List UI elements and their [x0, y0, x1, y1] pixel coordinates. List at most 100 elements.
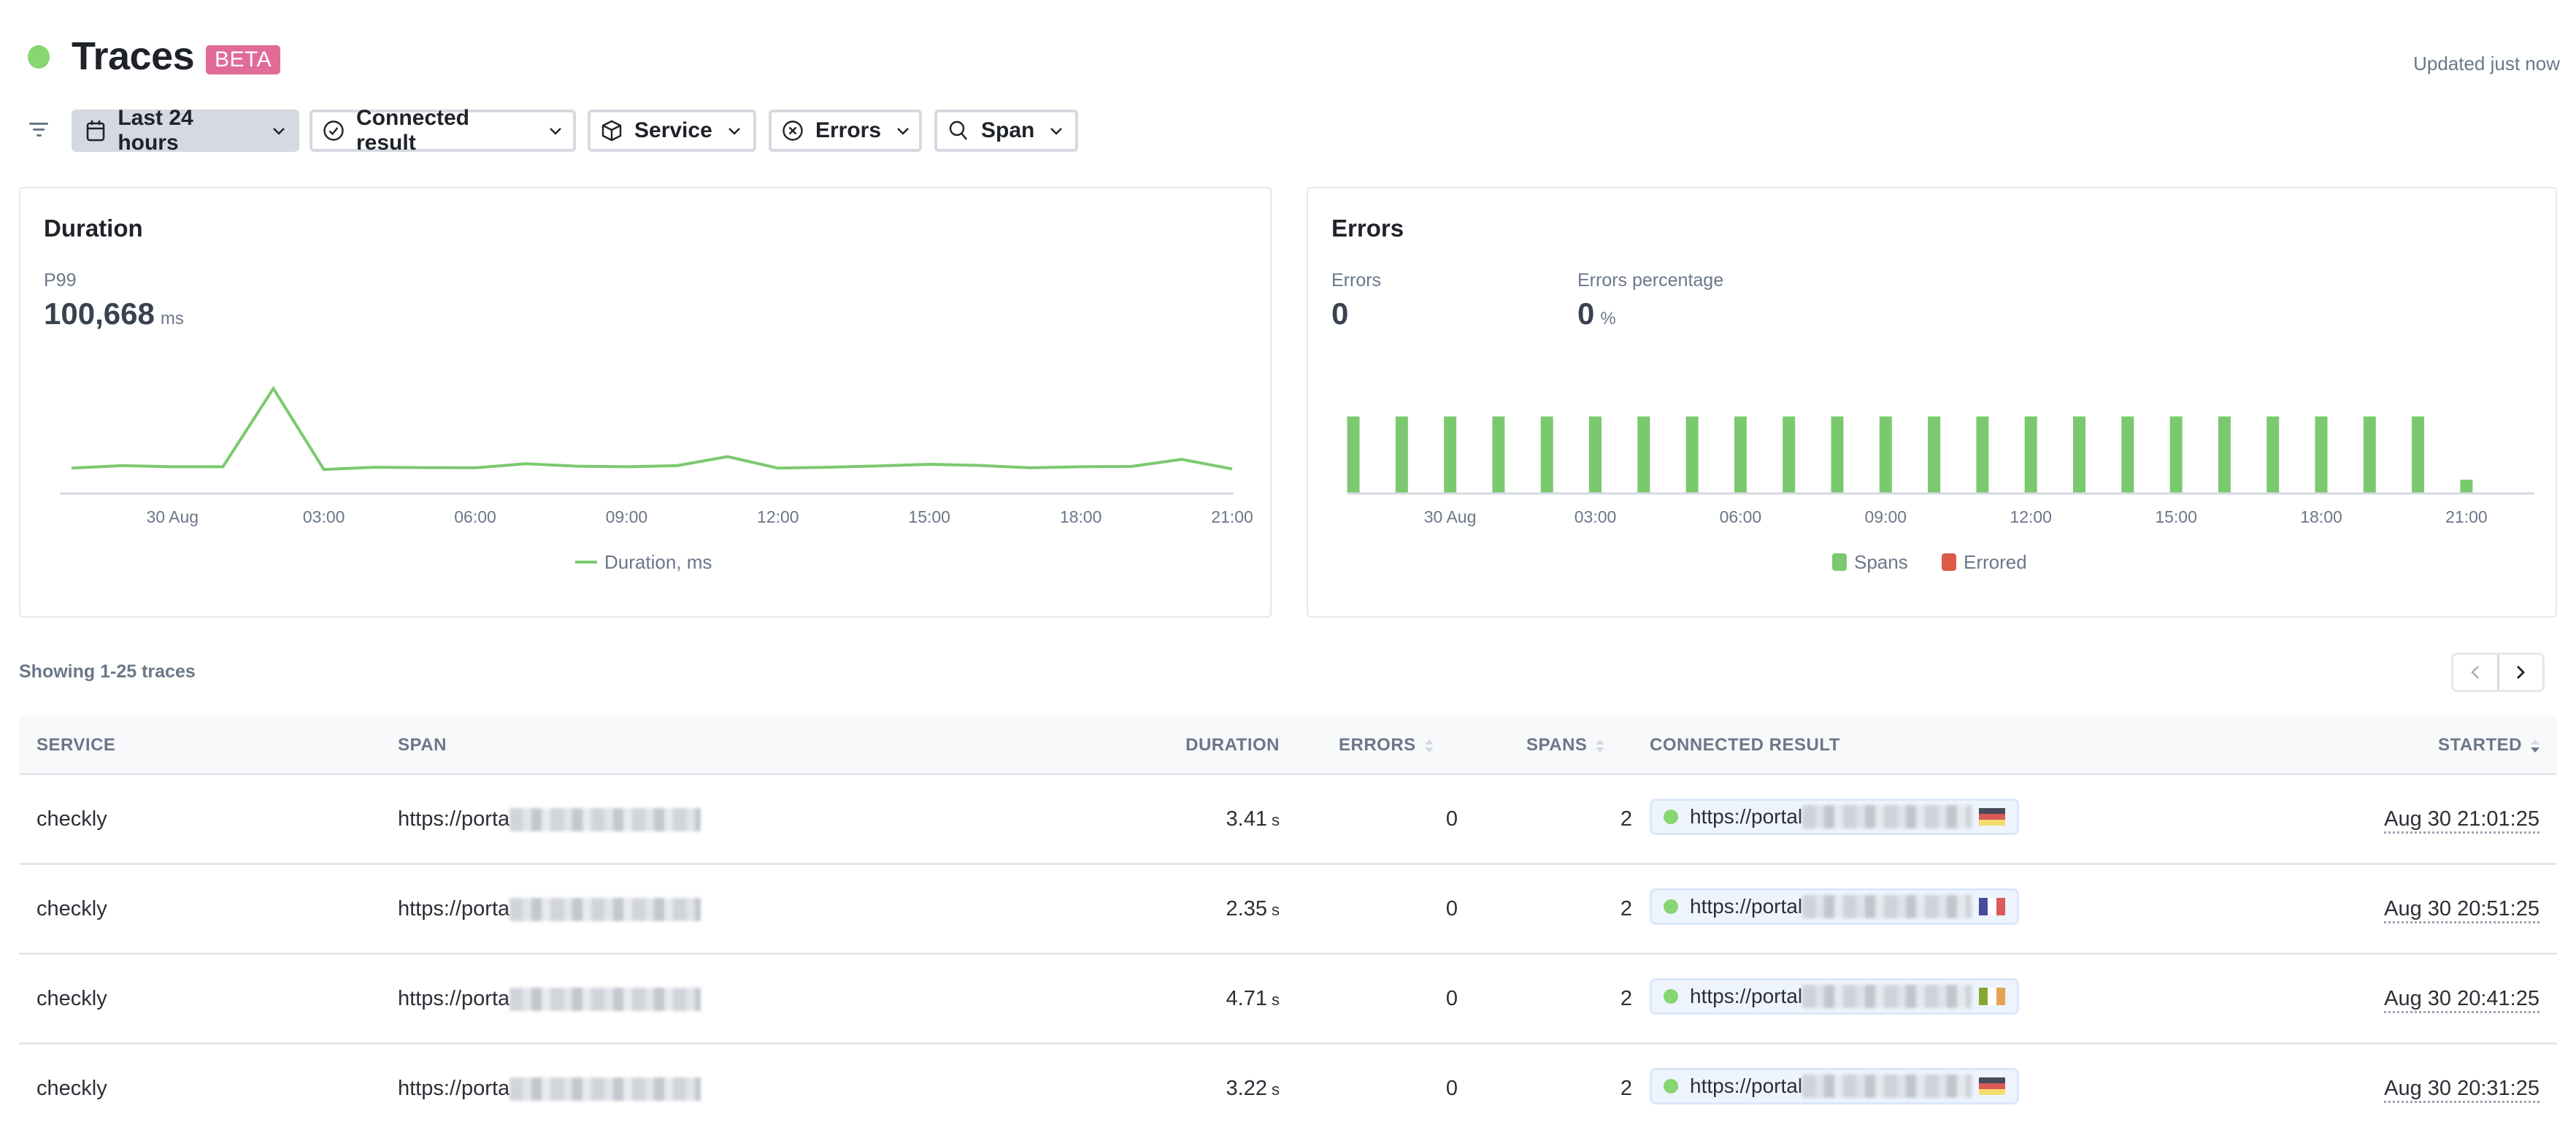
- column-header-duration: DURATION: [1185, 735, 1280, 755]
- x-tick-label: 12:00: [757, 507, 799, 526]
- errors-cell: 0: [1445, 807, 1458, 831]
- column-header-started-label: STARTED: [2437, 735, 2522, 755]
- legend-label: Duration, ms: [604, 551, 712, 573]
- x-circle-icon: [782, 120, 804, 142]
- x-tick-label: 30 Aug: [1424, 507, 1477, 526]
- table-row[interactable]: checkly https://porta 4.71 s 0 2 https://…: [19, 955, 2557, 1045]
- sort-icon: [1596, 738, 1605, 754]
- filter-span[interactable]: Span: [934, 109, 1078, 152]
- connected-result-url: https://portal: [1690, 895, 1803, 918]
- filter-bar: Last 24 hours Connected result Service E…: [0, 106, 2576, 155]
- connected-result-pill[interactable]: https://portal: [1650, 888, 2020, 925]
- span-bar: [1540, 416, 1553, 493]
- pagination: [2451, 653, 2545, 692]
- started-cell[interactable]: Aug 30 21:01:25: [2384, 775, 2540, 863]
- span-bar: [2412, 416, 2425, 493]
- status-dot: [1664, 899, 1678, 914]
- span-cell: https://porta: [398, 865, 701, 953]
- redacted-text: [510, 988, 701, 1012]
- spans-cell: 2: [1620, 1077, 1632, 1100]
- next-page-button[interactable]: [2496, 655, 2543, 690]
- flag-fr-icon: [1979, 898, 2006, 915]
- errors-cell: 0: [1445, 1077, 1458, 1100]
- x-tick-label: 09:00: [1865, 507, 1907, 526]
- status-indicator: [28, 45, 50, 69]
- x-tick-label: 21:00: [2445, 507, 2488, 526]
- span-bar: [2121, 416, 2134, 493]
- column-header-errors-label: ERRORS: [1339, 735, 1416, 755]
- duration-cell: 3.41 s: [1226, 775, 1280, 863]
- filter-label: Errors: [815, 118, 882, 142]
- x-tick-label: 18:00: [1060, 507, 1102, 526]
- started-cell[interactable]: Aug 30 20:31:25: [2384, 1045, 2540, 1130]
- column-header-connected-result: CONNECTED RESULT: [1650, 735, 1840, 755]
- flag-de-icon: [1979, 1077, 2006, 1095]
- span-bar: [1492, 416, 1505, 493]
- duration-unit: s: [1272, 811, 1280, 829]
- span-bar: [2315, 416, 2328, 493]
- filter-icon[interactable]: [29, 123, 48, 137]
- span-bar: [1395, 416, 1408, 493]
- column-header-span: SPAN: [398, 735, 447, 755]
- flag-ie-icon: [1979, 988, 2006, 1005]
- legend-label-errored: Errored: [1964, 551, 2027, 573]
- chevron-down-icon: [548, 126, 563, 136]
- x-tick-label: 03:00: [303, 507, 345, 526]
- chevron-down-icon: [727, 126, 742, 136]
- span-bar: [1831, 416, 1844, 493]
- filter-label: Connected result: [356, 106, 470, 155]
- filter-connected-result[interactable]: Connected result: [309, 106, 576, 155]
- x-tick-label: 18:00: [2300, 507, 2342, 526]
- span-bar: [1444, 416, 1457, 493]
- span-bar: [1637, 416, 1650, 493]
- results-count: Showing 1-25 traces: [19, 661, 196, 682]
- x-tick-label: 12:00: [2010, 507, 2052, 526]
- span-url: https://porta: [398, 897, 510, 920]
- span-bar: [2363, 416, 2376, 493]
- errors-cell: 0: [1445, 987, 1458, 1010]
- table-row[interactable]: checkly https://porta 2.35 s 0 2 https://…: [19, 865, 2557, 955]
- connected-result-url: https://portal: [1690, 1075, 1803, 1097]
- column-header-started[interactable]: STARTED: [2438, 715, 2540, 775]
- x-tick-label: 03:00: [1575, 507, 1617, 526]
- chevron-down-icon: [272, 126, 286, 136]
- table-row[interactable]: checkly https://porta 3.41 s 0 2 https://…: [19, 775, 2557, 865]
- page-header: Traces BETA Updated just now: [0, 0, 2576, 95]
- previous-page-button[interactable]: [2453, 655, 2497, 690]
- span-bar: [2169, 416, 2183, 493]
- page-title: Traces: [72, 34, 195, 78]
- x-tick-label: 21:00: [1211, 507, 1253, 526]
- span-url: https://porta: [398, 1077, 510, 1100]
- filter-time-range[interactable]: Last 24 hours: [72, 106, 299, 155]
- chevron-left-icon: [2470, 666, 2479, 679]
- traces-table: SERVICE SPAN DURATION ERRORS SPANS CONNE…: [19, 715, 2557, 1130]
- filter-errors[interactable]: Errors: [769, 109, 922, 152]
- span-bar: [2073, 416, 2085, 493]
- spans-cell: 2: [1620, 897, 1632, 920]
- column-header-spans[interactable]: SPANS: [1526, 715, 1605, 775]
- started-cell[interactable]: Aug 30 20:51:25: [2384, 865, 2540, 953]
- status-dot: [1664, 810, 1678, 824]
- duration-cell: 3.22 s: [1226, 1045, 1280, 1130]
- status-dot: [1664, 1079, 1678, 1094]
- filter-label: Span: [981, 118, 1035, 142]
- filter-service[interactable]: Service: [588, 109, 756, 152]
- search-icon: [947, 120, 969, 142]
- x-tick-label: 09:00: [606, 507, 648, 526]
- connected-result-pill[interactable]: https://portal: [1650, 1068, 2020, 1104]
- chevron-down-icon: [896, 126, 910, 136]
- span-cell: https://porta: [398, 775, 701, 863]
- span-cell: https://porta: [398, 955, 701, 1042]
- duration-value: 3.41: [1226, 807, 1267, 831]
- connected-result-pill[interactable]: https://portal: [1650, 799, 2020, 835]
- connected-result-pill[interactable]: https://portal: [1650, 978, 2020, 1015]
- span-bar: [1976, 416, 1989, 493]
- chevron-down-icon: [1049, 126, 1064, 136]
- redacted-text: [1802, 805, 1972, 829]
- column-header-errors[interactable]: ERRORS: [1339, 715, 1434, 775]
- duration-line: [71, 385, 1233, 472]
- started-cell[interactable]: Aug 30 20:41:25: [2384, 955, 2540, 1042]
- x-tick-label: 06:00: [454, 507, 496, 526]
- table-row[interactable]: checkly https://porta 3.22 s 0 2 https://…: [19, 1045, 2557, 1130]
- beta-badge: BETA: [206, 45, 281, 74]
